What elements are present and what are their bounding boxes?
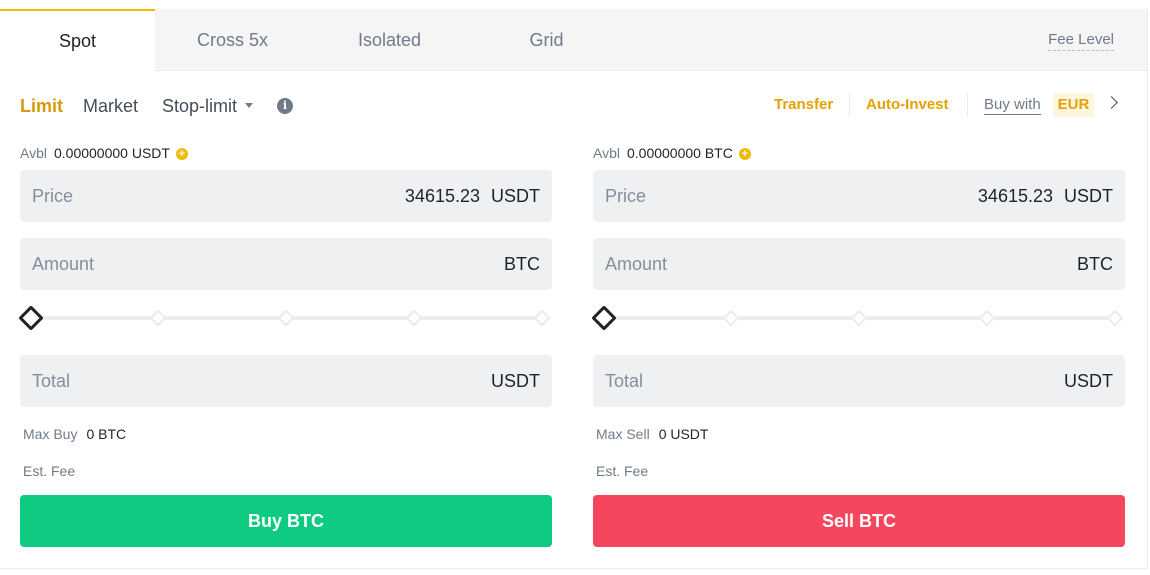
- sell-price-field[interactable]: Price 34615.23 USDT: [593, 170, 1125, 222]
- price-label: Price: [32, 186, 74, 206]
- slider-tick-75[interactable]: [978, 309, 996, 327]
- plus-circle-icon[interactable]: +: [175, 148, 188, 160]
- max-buy: Max Buy 0 BTC: [23, 425, 126, 443]
- avbl-label: Avbl: [593, 145, 620, 161]
- slider-thumb[interactable]: [591, 305, 617, 331]
- sell-panel: Avbl 0.00000000 BTC + Price 34615.23 USDT …: [591, 140, 1125, 560]
- price-input[interactable]: 34615.23: [978, 185, 1053, 207]
- max-sell: Max Sell 0 USDT: [596, 425, 708, 443]
- sell-available: Avbl 0.00000000 BTC +: [593, 144, 751, 162]
- sell-total-field[interactable]: Total USDT: [593, 355, 1125, 407]
- max-buy-label: Max Buy: [23, 426, 78, 442]
- info-icon[interactable]: i: [277, 98, 293, 114]
- right-border: [1147, 9, 1148, 569]
- buy-available: Avbl 0.00000000 USDT +: [20, 144, 188, 162]
- max-buy-value: 0 BTC: [86, 426, 127, 442]
- est-fee-label: Est. Fee: [23, 463, 76, 479]
- price-label: Price: [605, 186, 647, 206]
- est-fee: Est. Fee: [596, 462, 657, 480]
- buy-price-field[interactable]: Price 34615.23 USDT: [20, 170, 552, 222]
- divider: [849, 93, 850, 117]
- slider-tick-50[interactable]: [850, 309, 868, 327]
- slider-tick-50[interactable]: [277, 309, 295, 327]
- plus-circle-icon[interactable]: +: [738, 148, 751, 160]
- currency-selector[interactable]: EUR: [1053, 93, 1094, 117]
- buy-with-link[interactable]: Buy with: [984, 96, 1041, 115]
- amount-label: Amount: [605, 254, 668, 274]
- tab-grid[interactable]: Grid: [469, 9, 624, 71]
- slider-tick-25[interactable]: [149, 309, 167, 327]
- max-sell-value: 0 USDT: [658, 426, 709, 442]
- est-fee-label: Est. Fee: [596, 463, 649, 479]
- order-type-stop-limit[interactable]: Stop-limit: [162, 95, 254, 117]
- price-input[interactable]: 34615.23: [405, 185, 480, 207]
- avbl-label: Avbl: [20, 145, 47, 161]
- slider-tick-25[interactable]: [722, 309, 740, 327]
- amount-unit: BTC: [504, 254, 540, 274]
- buy-amount-slider[interactable]: [18, 305, 552, 331]
- trade-mode-tabs: Spot Cross 5x Isolated Grid Fee Level: [0, 9, 1148, 72]
- order-type-limit[interactable]: Limit: [20, 95, 63, 117]
- amount-label: Amount: [32, 254, 95, 274]
- tab-isolated[interactable]: Isolated: [312, 9, 467, 71]
- total-label: Total: [32, 371, 71, 391]
- slider-tick-100[interactable]: [533, 309, 551, 327]
- total-label: Total: [605, 371, 644, 391]
- buy-total-field[interactable]: Total USDT: [20, 355, 552, 407]
- price-unit: USDT: [1064, 186, 1113, 206]
- sell-button[interactable]: Sell BTC: [593, 495, 1125, 547]
- tab-cross-5x[interactable]: Cross 5x: [155, 9, 310, 71]
- order-type-market[interactable]: Market: [83, 95, 138, 117]
- fee-level-link[interactable]: Fee Level: [1048, 31, 1114, 51]
- chevron-right-icon[interactable]: [1105, 96, 1118, 109]
- sell-amount-field[interactable]: Amount BTC: [593, 238, 1125, 290]
- caret-down-icon: [245, 102, 254, 108]
- order-type-stop-limit-label: Stop-limit: [162, 96, 238, 116]
- tab-spot[interactable]: Spot: [0, 9, 155, 72]
- slider-tick-75[interactable]: [405, 309, 423, 327]
- avbl-value: 0.00000000 USDT: [53, 145, 170, 161]
- total-unit: USDT: [1064, 371, 1113, 391]
- transfer-link[interactable]: Transfer: [774, 96, 833, 114]
- auto-invest-link[interactable]: Auto-Invest: [866, 96, 949, 114]
- max-sell-label: Max Sell: [596, 426, 650, 442]
- est-fee: Est. Fee: [23, 462, 84, 480]
- bottom-divider: [0, 568, 1148, 569]
- slider-thumb[interactable]: [18, 305, 44, 331]
- slider-tick-100[interactable]: [1106, 309, 1124, 327]
- buy-button[interactable]: Buy BTC: [20, 495, 552, 547]
- buy-panel: Avbl 0.00000000 USDT + Price 34615.23 USDT…: [18, 140, 552, 560]
- buy-amount-field[interactable]: Amount BTC: [20, 238, 552, 290]
- avbl-value: 0.00000000 BTC: [626, 145, 733, 161]
- sell-amount-slider[interactable]: [591, 305, 1125, 331]
- amount-unit: BTC: [1077, 254, 1113, 274]
- total-unit: USDT: [491, 371, 540, 391]
- divider: [967, 93, 968, 117]
- price-unit: USDT: [491, 186, 540, 206]
